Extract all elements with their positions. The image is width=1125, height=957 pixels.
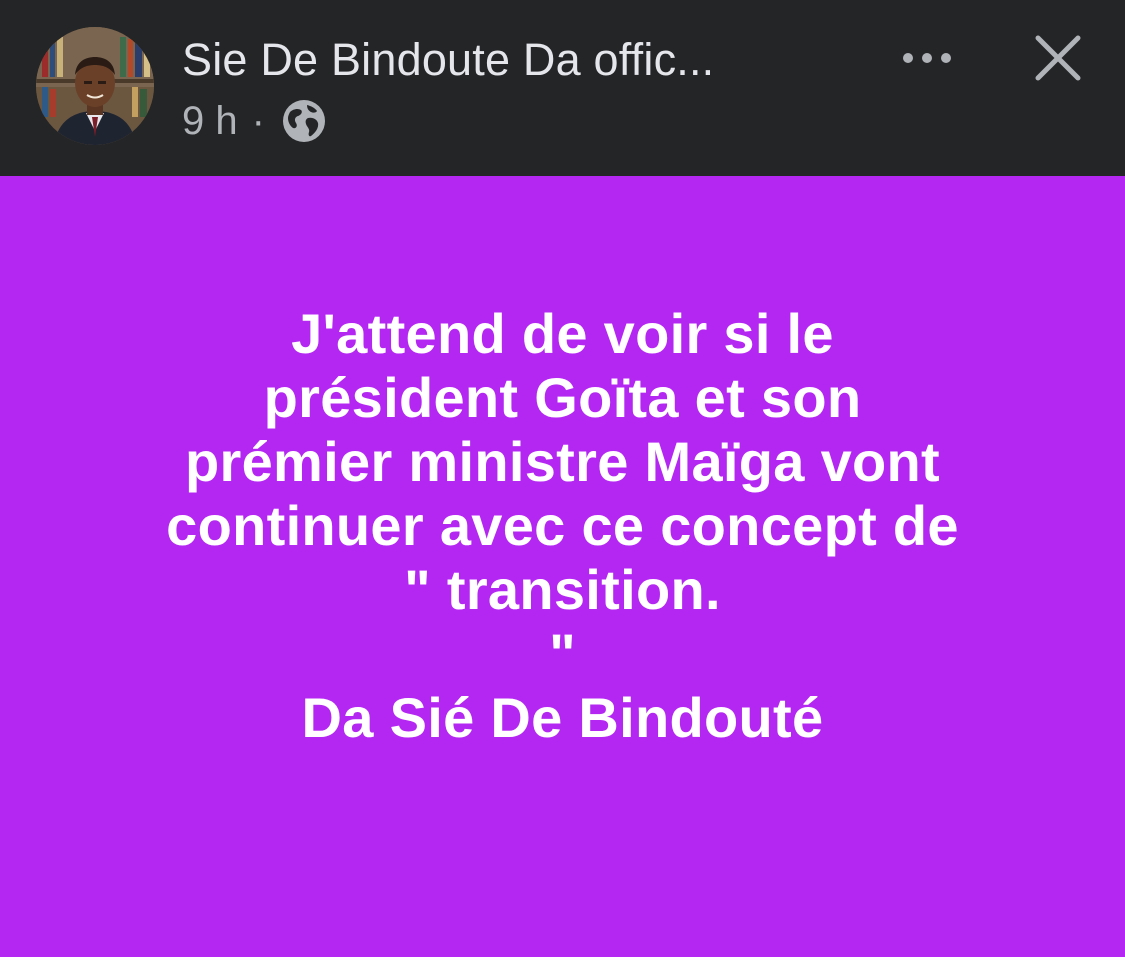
post-meta: 9 h ·: [182, 95, 327, 147]
close-icon: [1035, 35, 1081, 81]
post-text-line: ": [549, 622, 576, 685]
post-text-line: prémier ministre Maïga vont: [185, 430, 940, 493]
post-text-line: J'attend de voir si le: [291, 302, 834, 365]
more-horizontal-icon: [903, 53, 951, 63]
post-text: J'attend de voir si le président Goïta e…: [40, 302, 1085, 750]
post-text-line: président Goïta et son: [263, 366, 862, 429]
globe-icon[interactable]: [281, 98, 327, 144]
author-name[interactable]: Sie De Bindoute Da offic...: [182, 34, 714, 86]
avatar-photo: [36, 27, 154, 145]
meta-separator: ·: [251, 98, 265, 143]
more-options-button[interactable]: [896, 36, 958, 80]
post-text-line: " transition.: [404, 558, 721, 621]
post-text-background: J'attend de voir si le président Goïta e…: [0, 176, 1125, 957]
post-header: Sie De Bindoute Da offic... 9 h ·: [0, 0, 1125, 176]
close-button[interactable]: [1028, 28, 1088, 88]
post-timestamp[interactable]: 9 h: [182, 99, 238, 144]
author-avatar[interactable]: [36, 27, 154, 145]
post-text-line: continuer avec ce concept de: [166, 494, 959, 557]
post-signature: Da Sié De Bindouté: [301, 686, 824, 749]
